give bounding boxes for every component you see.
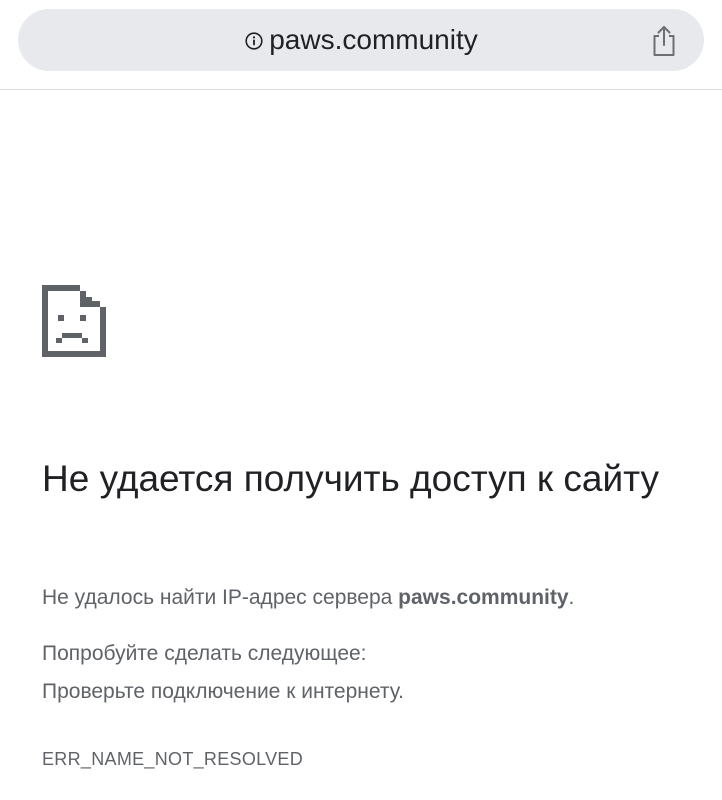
url-display[interactable]: paws.community	[18, 9, 704, 71]
url-text[interactable]: paws.community	[269, 24, 478, 56]
error-description-suffix: .	[568, 586, 575, 609]
share-icon[interactable]	[648, 24, 680, 58]
error-description-host: paws.community	[398, 586, 569, 609]
error-code: ERR_NAME_NOT_RESOLVED	[42, 749, 304, 769]
suggestions-title: Попробуйте сделать следующее:	[42, 642, 367, 665]
error-description: Не удалось найти IP-адрес сервера paws.c…	[42, 586, 702, 610]
error-title: Не удается получить доступ к сайту	[42, 458, 659, 499]
address-bar[interactable]: paws.community	[18, 9, 704, 71]
suggestion-item: Проверьте подключение к интернету.	[42, 680, 404, 703]
error-description-text: Не удалось найти IP-адрес сервера	[42, 586, 399, 609]
info-circle-icon[interactable]	[244, 31, 264, 51]
browser-top-bar: paws.community	[0, 0, 722, 90]
sad-document-icon	[40, 283, 107, 359]
